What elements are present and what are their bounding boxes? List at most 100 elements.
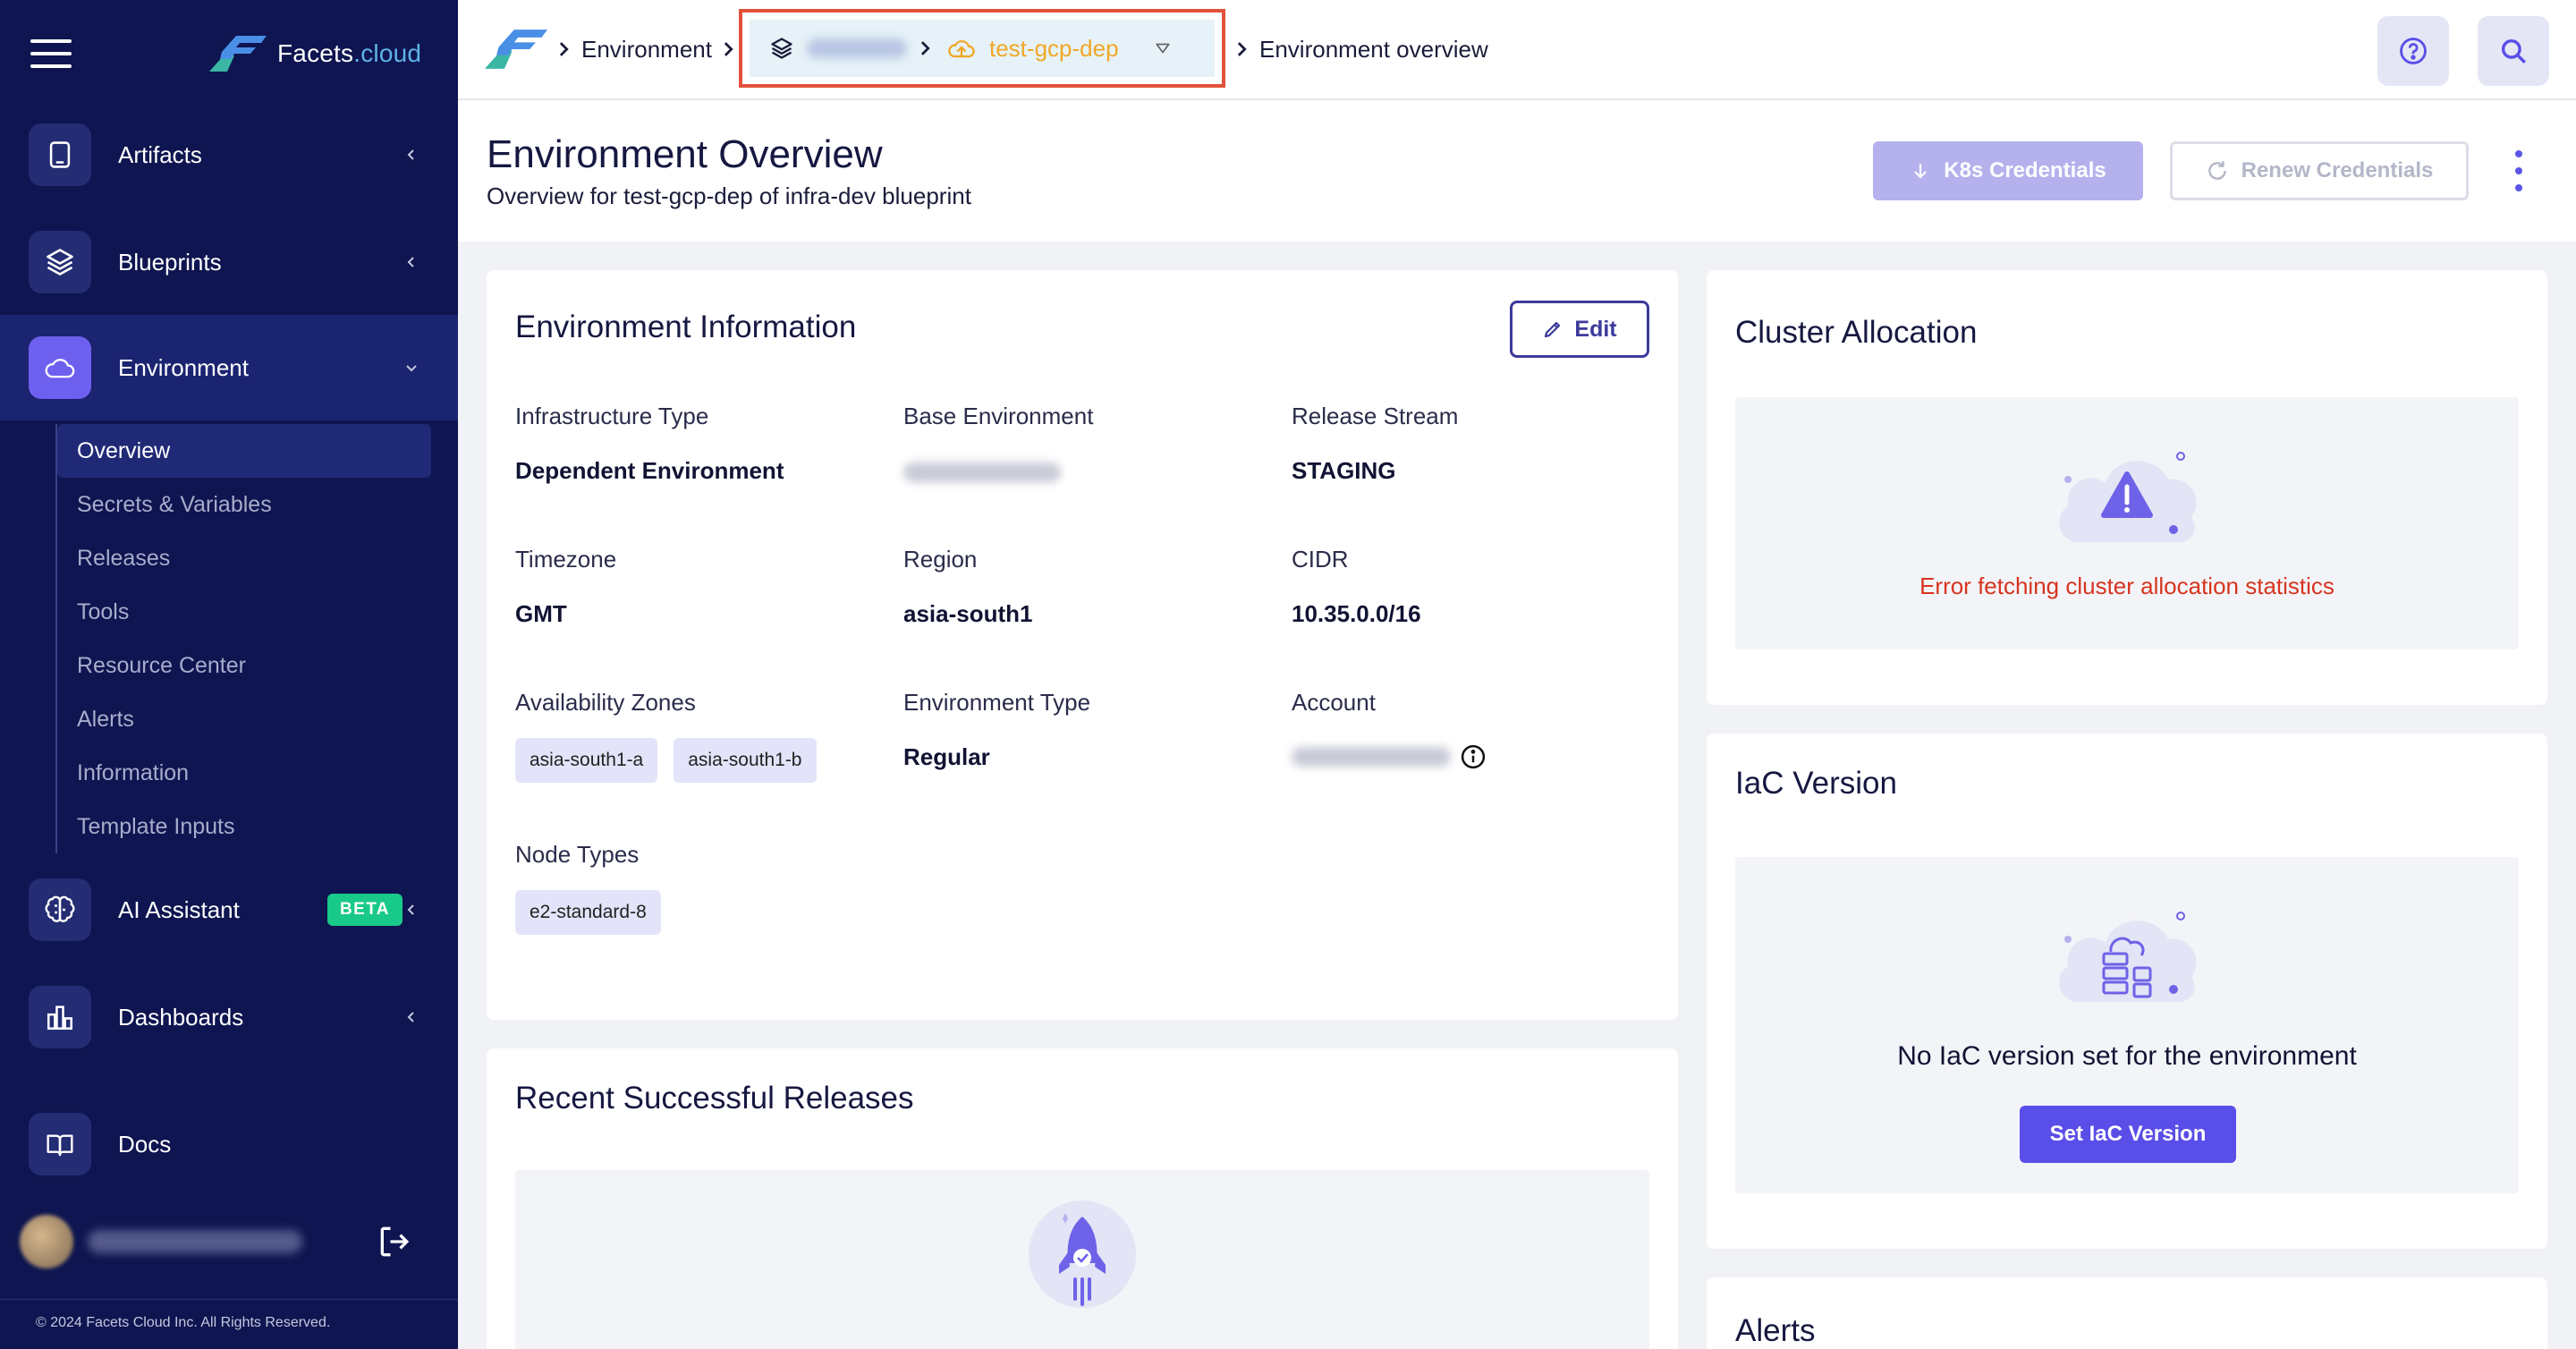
refresh-icon [2207,161,2226,180]
recent-releases-card: Recent Successful Releases [487,1048,1678,1349]
k8s-credentials-button[interactable]: K8s Credentials [1873,141,2143,200]
brand-logo[interactable]: Facets.cloud [209,36,421,72]
sidebar-item-ai-assistant[interactable]: AI Assistant BETA [0,857,458,963]
subnav-item-tools[interactable]: Tools [57,585,431,639]
environment-information-card: Environment Information Edit Infrastruct… [487,270,1678,1020]
page-subtitle: Overview for test-gcp-dep of infra-dev b… [487,182,971,209]
tablet-icon [29,123,91,186]
release-stream-field: Release Stream STAGING [1292,403,1667,485]
chevron-left-icon [407,904,414,915]
menu-icon[interactable] [30,39,72,68]
edit-label: Edit [1574,316,1617,342]
field-label: Environment Type [903,689,1091,716]
field-value: 10.35.0.0/16 [1292,600,1421,627]
cloud-upload-icon [948,39,975,58]
copyright-text: © 2024 Facets Cloud Inc. All Rights Rese… [36,1315,331,1330]
sidebar-item-dashboards[interactable]: Dashboards [0,964,458,1070]
field-label: Base Environment [903,403,1094,429]
field-label: Infrastructure Type [515,403,709,429]
cluster-error-state: Error fetching cluster allocation statis… [1735,397,2519,649]
sidebar-item-label: Environment [118,353,249,381]
breadcrumb-tail: Environment overview [1225,0,1488,98]
user-profile[interactable] [20,1206,440,1277]
subnav-item-alerts[interactable]: Alerts [57,692,431,746]
field-value: GMT [515,600,567,627]
environment-subnav: Overview Secrets & Variables Releases To… [55,424,431,853]
facets-logo-icon[interactable] [485,30,547,69]
subnav-item-resource-center[interactable]: Resource Center [57,639,431,692]
field-value: Regular [903,743,990,770]
more-options-icon[interactable] [2510,150,2528,191]
node-types-chips: e2-standard-8 [515,890,891,935]
field-value: STAGING [1292,457,1396,484]
help-button[interactable] [2377,16,2449,86]
info-icon[interactable] [1460,743,1487,770]
infrastructure-type-field: Infrastructure Type Dependent Environmen… [515,403,891,485]
cloud-server-icon [2059,912,2197,1003]
chevron-right-icon [920,41,930,55]
page-header: Environment Overview Overview for test-g… [458,100,2576,242]
blueprint-name-redacted[interactable] [807,38,907,58]
node-types-field: Node Types e2-standard-8 [515,841,891,935]
download-icon [1914,164,1928,179]
breadcrumb-current: Environment overview [1259,35,1488,63]
edit-button[interactable]: Edit [1510,301,1649,358]
field-label: Availability Zones [515,689,696,716]
search-button[interactable] [2478,16,2549,86]
subnav-item-releases[interactable]: Releases [57,531,431,585]
card-title: Recent Successful Releases [515,1081,914,1116]
subnav-item-information[interactable]: Information [57,746,431,800]
subnav-item-template-inputs[interactable]: Template Inputs [57,800,431,853]
sidebar-item-label: AI Assistant [118,895,240,923]
beta-badge: BETA [327,894,402,926]
subnav-item-overview[interactable]: Overview [57,424,431,478]
sidebar-item-docs[interactable]: Docs [0,1091,458,1197]
book-icon [29,1113,91,1175]
chevron-down-icon [406,365,417,372]
sidebar-item-artifacts[interactable]: Artifacts [0,102,458,208]
avatar [20,1215,73,1268]
layers-icon [771,38,792,59]
sidebar-item-label: Dashboards [118,1003,244,1031]
subnav-item-secrets-variables[interactable]: Secrets & Variables [57,478,431,531]
releases-empty-state [515,1170,1649,1349]
card-title: Cluster Allocation [1735,315,1978,350]
alerts-card: Alerts [1707,1277,2547,1349]
renew-credentials-label: Renew Credentials [2241,158,2434,182]
set-iac-version-button[interactable]: Set IaC Version [2020,1106,2236,1163]
cloud-icon [29,336,91,399]
availability-zones-field: Availability Zones asia-south1-a asia-so… [515,689,891,783]
account-value-redacted [1292,747,1451,767]
logout-icon[interactable] [376,1222,415,1261]
dropdown-caret-icon[interactable] [1155,40,1171,56]
sidebar-item-blueprints[interactable]: Blueprints [0,209,458,315]
bar-chart-icon [29,986,91,1048]
sidebar-item-label: Blueprints [118,248,222,276]
cidr-field: CIDR 10.35.0.0/16 [1292,546,1667,628]
node-type-chip: e2-standard-8 [515,890,661,935]
rocket-icon [1029,1201,1136,1308]
environment-selector[interactable]: test-gcp-dep [750,20,1215,77]
page-title: Environment Overview [487,132,883,176]
field-label: Node Types [515,841,640,868]
layers-icon [29,231,91,293]
field-label: Release Stream [1292,403,1459,429]
environment-name[interactable]: test-gcp-dep [989,35,1119,63]
iac-version-card: IaC Version No IaC version set for the e… [1707,734,2547,1249]
account-field: Account [1292,689,1667,770]
cluster-error-message: Error fetching cluster allocation statis… [1919,573,2334,599]
brand-name-accent: .cloud [353,39,422,67]
field-label: CIDR [1292,546,1349,573]
pencil-icon [1545,321,1561,338]
environment-type-field: Environment Type Regular [903,689,1279,771]
user-name-redacted [88,1230,302,1253]
renew-credentials-button[interactable]: Renew Credentials [2170,141,2469,200]
chevron-left-icon [407,257,414,267]
breadcrumb-environment[interactable]: Environment [581,36,712,64]
cluster-allocation-card: Cluster Allocation Error fetching cluste… [1707,270,2547,705]
sidebar-item-environment[interactable]: Environment [0,315,458,420]
search-icon [2501,38,2526,64]
sidebar: Facets.cloud Artifacts Blueprints Enviro… [0,0,458,1349]
chevron-right-icon [1237,42,1247,56]
field-label: Timezone [515,546,617,573]
